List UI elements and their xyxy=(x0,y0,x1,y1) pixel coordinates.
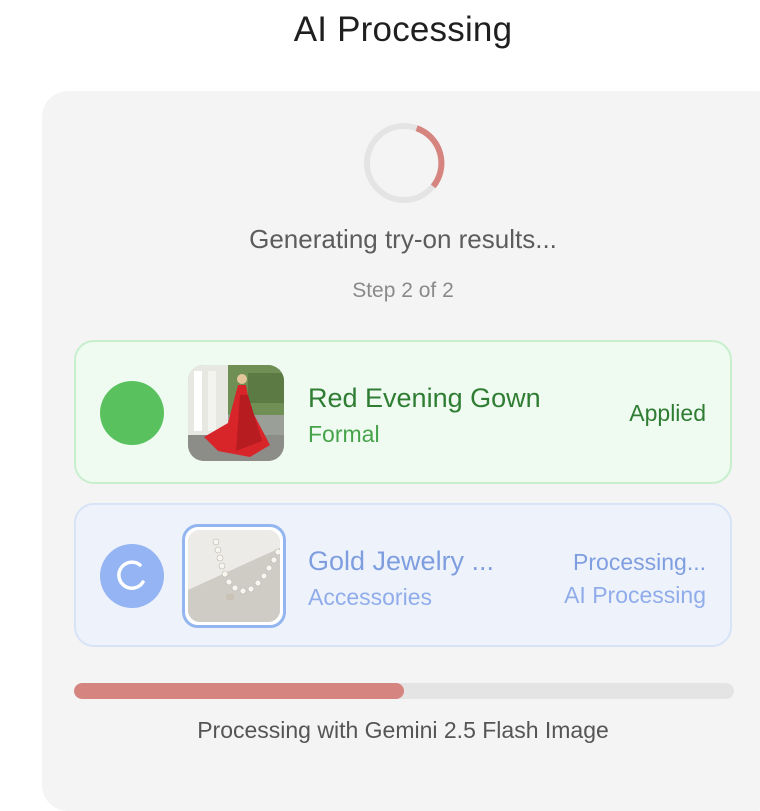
item-card-gold-jewelry[interactable]: Gold Jewelry ... Accessories Processing.… xyxy=(74,503,732,647)
item-category: Formal xyxy=(308,421,380,447)
page-title: AI Processing xyxy=(293,10,513,49)
status-processing-dot xyxy=(100,544,164,608)
step-indicator: Step 2 of 2 xyxy=(352,279,454,302)
item-thumbnail xyxy=(188,365,284,461)
progress-bar xyxy=(74,683,734,699)
pearl-necklace-photo-icon xyxy=(188,530,280,622)
model-info-text: Processing with Gemini 2.5 Flash Image xyxy=(197,717,609,743)
item-status-label: Applied xyxy=(629,400,706,426)
item-category: Accessories xyxy=(308,584,432,610)
loading-ring-icon xyxy=(117,560,145,590)
status-message: Generating try-on results... xyxy=(249,224,557,254)
item-card-red-evening-gown[interactable]: Red Evening Gown Formal Applied xyxy=(74,340,732,484)
item-name: Gold Jewelry ... xyxy=(308,546,495,576)
item-status-label: Processing... xyxy=(573,549,706,575)
status-complete-dot xyxy=(100,381,164,445)
item-status-detail: AI Processing xyxy=(564,582,706,608)
progress-bar-fill xyxy=(74,683,404,699)
loading-spinner-icon xyxy=(364,123,445,203)
dress-photo-icon xyxy=(188,365,284,461)
item-thumbnail xyxy=(182,524,286,628)
item-name: Red Evening Gown xyxy=(308,383,541,413)
